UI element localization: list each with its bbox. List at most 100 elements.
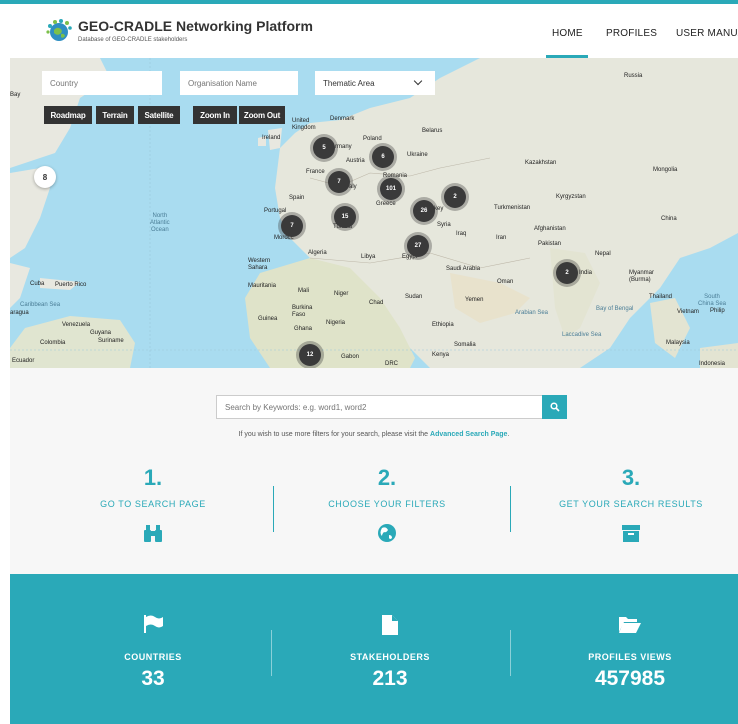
map-label-guinea: Guinea [258, 316, 278, 322]
map-cluster-marker[interactable]: 6 [372, 146, 394, 168]
map-label-north-atlantic: North Atlantic Ocean [150, 213, 170, 233]
map-cluster-marker[interactable]: 2 [556, 262, 578, 284]
map-label-colombia: Colombia [40, 340, 66, 346]
map-label-algeria: Algeria [308, 250, 327, 256]
nav-home[interactable]: HOME [552, 28, 583, 39]
map-label-somalia: Somalia [454, 342, 476, 348]
map-label-austria: Austria [346, 158, 365, 164]
map-label-bay: Bay [10, 92, 21, 98]
stat-profile-views: PROFILES VIEWS 457985 [510, 614, 738, 691]
stat-value: 457985 [594, 667, 666, 690]
binoculars-icon [141, 523, 165, 545]
map-label-cuba: Cuba [30, 281, 45, 287]
step-number: 1. [143, 465, 163, 490]
map-cluster-marker[interactable]: 27 [407, 235, 429, 257]
map-label-oman: Oman [497, 279, 514, 285]
map-cluster-marker[interactable]: 26 [413, 200, 435, 222]
organisation-name-input[interactable] [180, 71, 298, 95]
step-number: 2. [377, 465, 397, 490]
step-label[interactable]: GO TO SEARCH PAGE [33, 499, 273, 509]
zoom-out-button[interactable]: Zoom Out [239, 106, 285, 124]
zoom-in-button[interactable]: Zoom In [193, 106, 237, 124]
map-label-ethiopia: Ethiopia [432, 322, 454, 328]
flag-icon [141, 614, 165, 636]
map-label-niger: Niger [334, 291, 349, 297]
map-label-sudan: Sudan [405, 294, 423, 300]
map-cluster-marker[interactable]: 5 [313, 137, 335, 159]
map-label-vietnam: Vietnam [677, 309, 699, 315]
stats-section: COUNTRIES 33 STAKEHOLDERS 213 PROFILES V… [10, 574, 738, 724]
advanced-search-hint-end: . [507, 431, 510, 438]
map-cluster-marker[interactable]: 15 [334, 206, 356, 228]
map-label-bay-of-bengal: Bay of Bengal [596, 306, 634, 312]
map-label-suriname: Suriname [98, 338, 124, 344]
map-label-afghanistan: Afghanistan [534, 226, 566, 232]
map-cluster-marker[interactable]: 2 [444, 186, 466, 208]
map-label-thailand: Thailand [649, 294, 673, 300]
keyword-search-input[interactable] [216, 395, 544, 419]
map-label-libya: Libya [361, 254, 376, 260]
map-label-spain: Spain [289, 195, 305, 201]
stakeholder-map[interactable]: Thematic Area Roadmap Terrain Satellite … [10, 58, 738, 368]
globe-icon [375, 523, 399, 545]
roadmap-button[interactable]: Roadmap [44, 106, 92, 124]
step-get-results[interactable]: 3. GET YOUR SEARCH RESULTS [511, 466, 738, 545]
map-label-mali: Mali [298, 288, 310, 294]
site-title[interactable]: GEO-CRADLE Networking Platform [78, 18, 313, 34]
step-number: 3. [621, 465, 641, 490]
map-label-nigeria: Nigeria [326, 320, 346, 326]
nav-profiles[interactable]: PROFILES [606, 28, 657, 39]
map-label-venezuela: Venezuela [62, 322, 91, 328]
map-cluster-marker[interactable]: 7 [281, 215, 303, 237]
stat-value: 213 [372, 667, 408, 690]
step-label[interactable]: CHOOSE YOUR FILTERS [267, 499, 507, 509]
map-label-western-sahara: Western Sahara [248, 258, 271, 271]
stat-value: 33 [141, 667, 165, 690]
file-icon [378, 614, 402, 636]
map-marker-pin[interactable]: 8 [34, 166, 56, 188]
map-label-kyrgyzstan: Kyrgyzstan [556, 194, 586, 200]
map-label-gabon: Gabon [341, 354, 360, 360]
map-label-turkmenistan: Turkmenistan [494, 205, 531, 211]
map-background[interactable] [10, 58, 738, 368]
map-label-kenya: Kenya [432, 352, 450, 358]
map-label-china: China [661, 216, 677, 222]
map-label-poland: Poland [363, 136, 382, 142]
thematic-area-select[interactable]: Thematic Area [315, 71, 435, 95]
satellite-button[interactable]: Satellite [138, 106, 180, 124]
terrain-button[interactable]: Terrain [96, 106, 134, 124]
search-section: If you wish to use more filters for your… [10, 368, 738, 574]
site-subtitle: Database of GEO-CRADLE stakeholders [78, 37, 188, 43]
map-label-mongolia: Mongolia [653, 167, 678, 173]
map-label-turkey: key [434, 206, 444, 212]
step-choose-filters[interactable]: 2. CHOOSE YOUR FILTERS [267, 466, 507, 545]
stat-countries: COUNTRIES 33 [33, 614, 273, 691]
map-label-myanmar: Myanmar (Burma) [629, 270, 655, 283]
map-label-denmark: Denmark [330, 116, 355, 122]
step-label[interactable]: GET YOUR SEARCH RESULTS [511, 499, 738, 509]
map-label-laccadive-sea: Laccadive Sea [562, 332, 602, 338]
step-go-to-search[interactable]: 1. GO TO SEARCH PAGE [33, 466, 273, 545]
map-label-caribbean-sea: Caribbean Sea [20, 302, 61, 308]
map-label-ukraine: Ukraine [407, 152, 428, 158]
advanced-search-link[interactable]: Advanced Search Page [430, 431, 507, 438]
search-button[interactable] [542, 395, 567, 419]
map-label-malaysia: Malaysia [666, 340, 690, 346]
map-cluster-marker[interactable]: 7 [328, 171, 350, 193]
map-label-puerto-rico: Puerto Rico [55, 282, 87, 288]
nav-user-manual[interactable]: USER MANUAL [676, 28, 738, 39]
map-cluster-marker[interactable]: 101 [380, 178, 402, 200]
map-cluster-marker[interactable]: 12 [299, 344, 321, 366]
map-label-indonesia: Indonesia [699, 361, 726, 367]
map-label-ecuador: Ecuador [12, 358, 35, 364]
stat-label: STAKEHOLDERS [350, 652, 430, 662]
archive-icon [619, 523, 643, 545]
advanced-search-hint-text: If you wish to use more filters for your… [238, 431, 429, 438]
map-label-portugal: Portugal [264, 208, 287, 214]
country-filter-input[interactable] [42, 71, 162, 95]
folder-open-icon [618, 614, 642, 636]
stat-label: PROFILES VIEWS [588, 652, 672, 662]
map-label-ireland: Ireland [262, 135, 281, 141]
geo-cradle-logo[interactable] [46, 18, 72, 44]
map-label-united-kingdom: United Kingdom [292, 118, 316, 131]
